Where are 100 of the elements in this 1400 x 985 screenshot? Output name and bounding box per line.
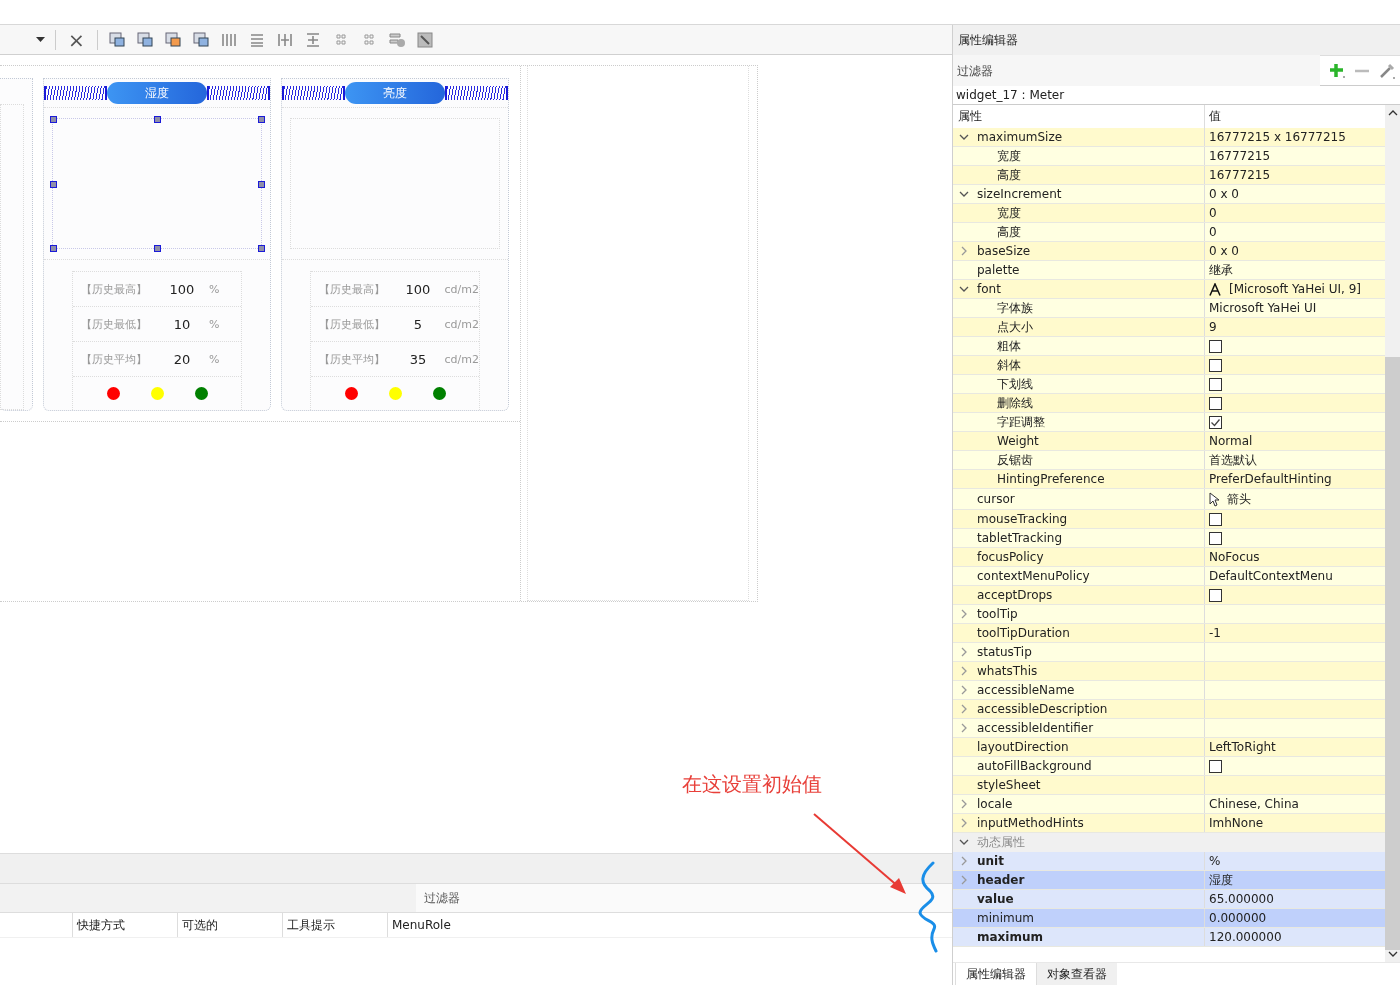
property-value: 0 x 0 (1209, 244, 1239, 258)
property-value: 16777215 x 16777215 (1209, 130, 1346, 144)
property-name: tabletTracking (977, 531, 1063, 545)
resize-handle[interactable] (50, 245, 57, 252)
close-button[interactable]: × (66, 29, 87, 50)
add-icon[interactable] (1328, 61, 1346, 80)
panel-tab[interactable]: 属性编辑器 (955, 963, 1037, 985)
column-header[interactable]: MenuRole (387, 913, 952, 937)
stat-unit: cd/m2 (443, 317, 479, 331)
property-name: accessibleIdentifier (977, 721, 1094, 735)
property-name: maximum (977, 930, 1043, 944)
dropdown-caret-icon[interactable] (36, 37, 45, 42)
property-value: PreferDefaultHinting (1209, 472, 1332, 486)
stat-label: 【历史最高】 (318, 281, 386, 297)
column-header[interactable]: 工具提示 (282, 913, 387, 937)
resize-handle[interactable] (154, 245, 161, 252)
stat-unit: cd/m2 (443, 352, 479, 366)
property-name: toolTipDuration (977, 626, 1070, 640)
resize-handle[interactable] (50, 180, 57, 188)
property-value: 16777215 (1209, 168, 1271, 182)
property-name: sizeIncrement (977, 187, 1062, 201)
stat-unit: % (208, 282, 220, 296)
resize-handle[interactable] (50, 116, 57, 123)
column-header[interactable]: 值 (1205, 108, 1221, 125)
header-hatch (207, 86, 270, 100)
property-name: acceptDrops (977, 588, 1053, 602)
panel-tab[interactable]: 对象查看器 (1037, 963, 1117, 985)
property-name: 反锯齿 (997, 451, 1033, 469)
arrow-cursor-icon (1209, 491, 1219, 507)
stat-label: 【历史平均】 (80, 351, 148, 367)
property-name: cursor (977, 492, 1015, 506)
property-name: unit (977, 854, 1004, 868)
scrollbar-thumb[interactable] (1385, 357, 1400, 950)
stat-value: 10 (172, 316, 192, 332)
property-name: accessibleName (977, 683, 1075, 697)
property-name: contextMenuPolicy (977, 569, 1090, 583)
form-icon[interactable] (387, 30, 406, 49)
checkbox[interactable] (1209, 377, 1222, 391)
property-name: palette (977, 263, 1020, 277)
property-name: mouseTracking (977, 512, 1068, 526)
property-name: accessibleDescription (977, 702, 1108, 716)
resize-icon[interactable] (415, 30, 434, 49)
property-value: NoFocus (1209, 550, 1260, 564)
property-value: 0.000000 (1209, 911, 1267, 925)
property-name: statusTip (977, 645, 1032, 659)
property-name: whatsThis (977, 664, 1038, 678)
property-value: 首选默认 (1209, 451, 1257, 469)
property-name: HintingPreference (997, 472, 1105, 486)
stat-unit: cd/m2 (443, 282, 479, 296)
property-name: minimum (977, 911, 1034, 925)
property-value: 65.000000 (1209, 892, 1274, 906)
filter-field[interactable]: 过滤器 (953, 55, 1320, 86)
property-value: Microsoft YaHei UI (1209, 301, 1317, 315)
checkbox[interactable] (1209, 759, 1222, 773)
property-value: Normal (1209, 434, 1253, 448)
checkbox[interactable] (1209, 512, 1222, 526)
scrollbar[interactable] (1385, 105, 1400, 962)
property-name: locale (977, 797, 1013, 811)
property-name: inputMethodHints (977, 816, 1084, 830)
property-value: 16777215 (1209, 149, 1271, 163)
header-pill: 亮度 (345, 82, 445, 104)
property-name: 斜体 (997, 356, 1021, 374)
property-name: 宽度 (997, 147, 1021, 165)
resize-handle[interactable] (258, 245, 265, 252)
property-name: 宽度 (997, 204, 1021, 222)
select-box-icon[interactable] (107, 30, 126, 49)
property-value: 继承 (1209, 261, 1233, 279)
wrench-icon[interactable] (1378, 61, 1396, 80)
property-name: toolTip (977, 607, 1018, 621)
scroll-down-icon[interactable] (1387, 950, 1398, 958)
resize-handle[interactable] (258, 180, 265, 188)
property-name: styleSheet (977, 778, 1041, 792)
stat-label: 【历史平均】 (318, 351, 386, 367)
property-name: maximumSize (977, 130, 1063, 144)
annotation-text: 在这设置初始值 (682, 771, 822, 798)
property-value: 0 (1209, 225, 1217, 239)
header-pill: 湿度 (107, 82, 207, 104)
resize-handle[interactable] (258, 116, 265, 123)
property-name: font (977, 282, 1001, 296)
property-value: 120.000000 (1209, 930, 1282, 944)
resize-handle[interactable] (154, 116, 161, 123)
header-hatch (445, 86, 508, 100)
property-name: 字体族 (997, 299, 1033, 317)
checkbox[interactable] (1209, 415, 1222, 429)
property-value: [Microsoft YaHei UI, 9] (1229, 282, 1361, 296)
checkbox[interactable] (1209, 396, 1222, 410)
column-header[interactable]: 快捷方式 (72, 913, 177, 937)
property-name: value (977, 892, 1014, 906)
checkbox[interactable] (1209, 531, 1222, 545)
checkbox[interactable] (1209, 588, 1222, 602)
stat-value: 35 (408, 351, 428, 367)
checkbox[interactable] (1209, 339, 1222, 353)
stat-value: 5 (412, 316, 424, 332)
property-name: 点大小 (997, 318, 1033, 336)
header-hatch (282, 86, 345, 100)
filter-field[interactable]: 过滤器 (416, 884, 952, 912)
property-value: % (1209, 854, 1221, 868)
column-header[interactable]: 可选的 (177, 913, 282, 937)
scroll-up-icon[interactable] (1387, 109, 1398, 117)
checkbox[interactable] (1209, 358, 1222, 372)
